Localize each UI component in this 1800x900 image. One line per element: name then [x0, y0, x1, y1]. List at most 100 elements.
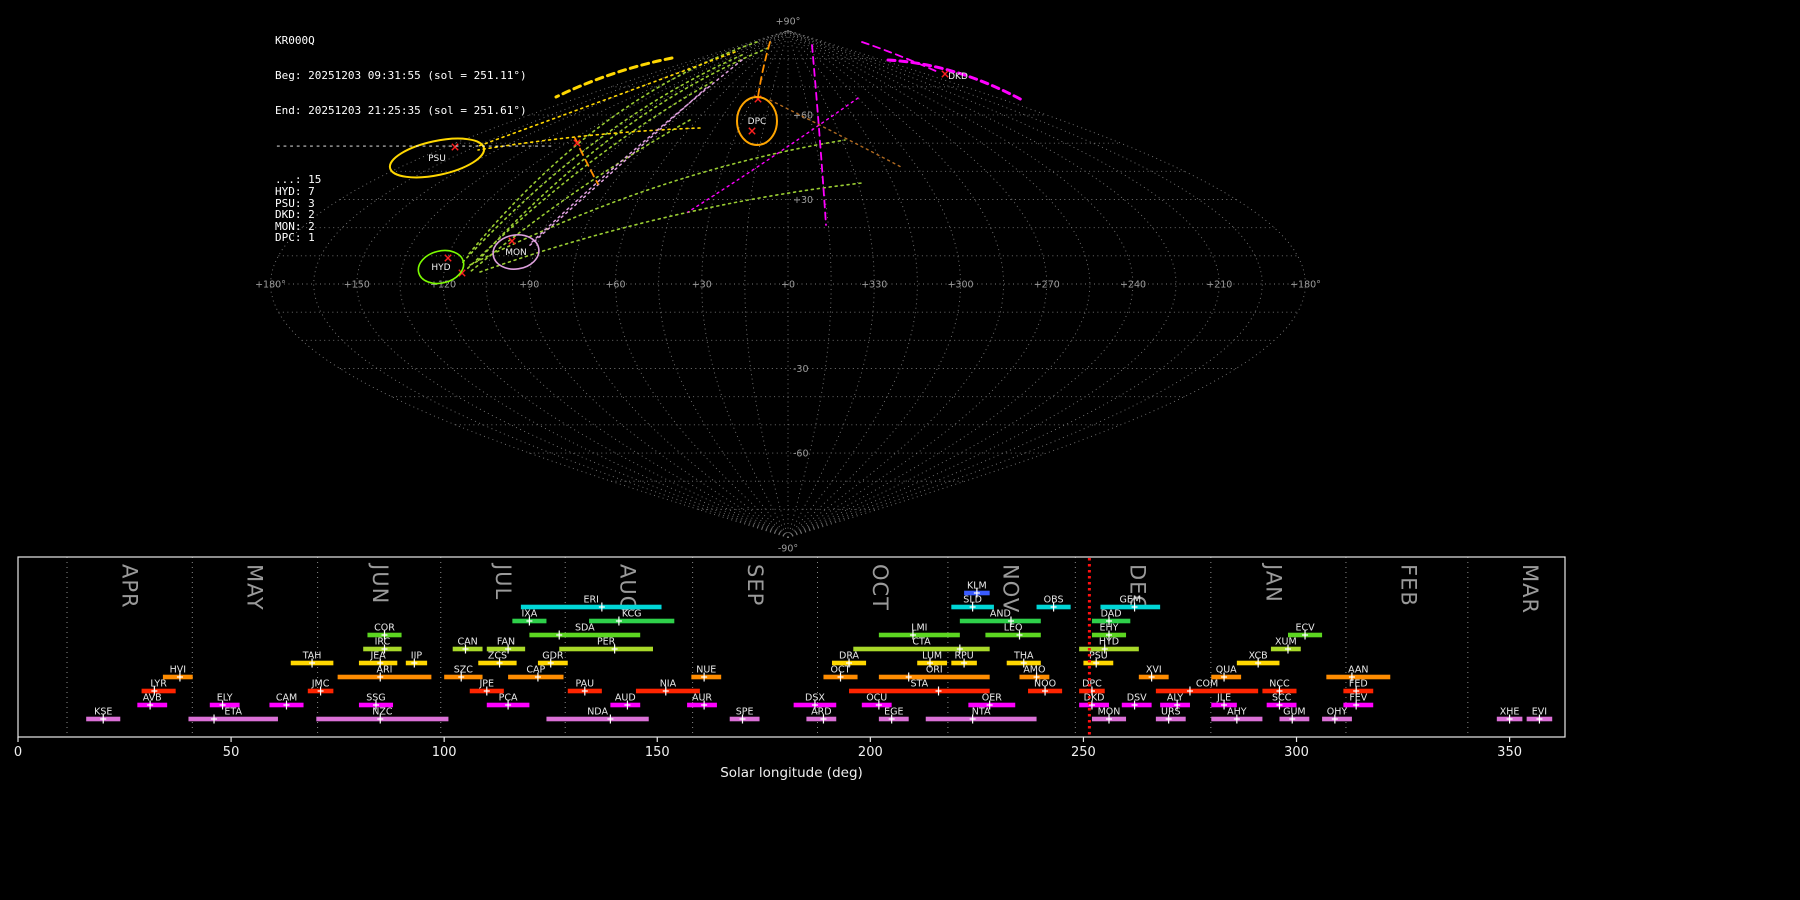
lon-label: +90	[519, 280, 539, 291]
shower-code-label-KSE: KSE	[94, 707, 112, 718]
shower-code-label-STA: STA	[911, 679, 929, 690]
shower-code-label-IIP: IIP	[411, 651, 423, 662]
shower-code-label-FAN: FAN	[497, 637, 515, 648]
shower-code-label-ALY: ALY	[1167, 693, 1184, 704]
shower-code-label-CAP: CAP	[526, 665, 545, 676]
shower-code-label-GDR: GDR	[542, 651, 564, 662]
shower-code-label-XHE: XHE	[1500, 707, 1520, 718]
x-tick-label: 350	[1497, 745, 1522, 760]
shower-code-label-NIA: NIA	[660, 679, 677, 690]
shower-code-label-NCC: NCC	[1269, 679, 1290, 690]
shower-code-label-DSX: DSX	[805, 693, 825, 704]
shower-code-label-ECV: ECV	[1295, 623, 1315, 634]
lon-label: +60	[605, 280, 625, 291]
shower-code-label-AUR: AUR	[692, 693, 712, 704]
shower-code-label-ORI: ORI	[926, 665, 943, 676]
shower-count-DKD: DKD: 2	[275, 208, 315, 222]
shower-code-label-THA: THA	[1013, 651, 1034, 662]
peak-marker-ERI	[598, 602, 605, 612]
lon-label: +240	[1120, 280, 1146, 291]
meteor-shower-summary-plot: +180° +150 +120 +90 +60 +30 +0 +330 +300 +270 +240…	[0, 0, 1800, 900]
separator-line: ----------------------------------------…	[275, 138, 554, 152]
lon-label: +210	[1206, 280, 1232, 291]
lat-label: -30	[793, 364, 809, 375]
shower-code-label-OBS: OBS	[1044, 595, 1064, 606]
lon-label: +270	[1034, 280, 1060, 291]
meteor-trail	[757, 41, 771, 98]
shower-code-label-GEM: GEM	[1120, 595, 1142, 606]
shower-code-label-OCT: OCT	[831, 665, 851, 676]
shower-code-label-TAH: TAH	[302, 651, 322, 662]
shower-code-label-KLM: KLM	[967, 581, 987, 592]
shower-code-label-CAN: CAN	[457, 637, 477, 648]
month-label-OCT: OCT	[868, 564, 892, 611]
station-code: KR000Q	[275, 34, 315, 48]
lon-label: +330	[861, 280, 887, 291]
shower-code-label-HYD: HYD	[1099, 637, 1119, 648]
shower-count-list: ...: 15 HYD: 7 PSU: 3 DKD: 2 MON: 2 DPC: 1	[275, 174, 553, 244]
shower-code-label-ERI: ERI	[583, 595, 598, 606]
meteor-trail	[769, 99, 904, 169]
x-tick-label: 300	[1284, 745, 1309, 760]
shower-code-label-JLE: JLE	[1216, 693, 1231, 704]
x-tick-label: 200	[858, 745, 883, 760]
shower-code-label-PCA: PCA	[499, 693, 518, 704]
month-label-JUN: JUN	[368, 562, 392, 604]
shower-code-label-FED: FED	[1349, 679, 1368, 690]
shower-code-label-ELY: ELY	[217, 693, 233, 704]
lon-label: +300	[947, 280, 973, 291]
shower-code-label-SDA: SDA	[575, 623, 595, 634]
shower-code-label-CTA: CTA	[912, 637, 931, 648]
peak-marker-ETA	[211, 714, 218, 724]
peak-marker-STA	[935, 686, 942, 696]
shower-code-label-AMO: AMO	[1023, 665, 1045, 676]
month-label-JAN: JAN	[1261, 562, 1285, 603]
shower-code-label-RPU: RPU	[954, 651, 973, 662]
shower-code-label-AVB: AVB	[143, 693, 162, 704]
lon-label: +180°	[1290, 280, 1321, 291]
shower-code-label-CAM: CAM	[276, 693, 297, 704]
shower-code-label-DPC: DPC	[1082, 679, 1102, 690]
x-tick-label: 150	[645, 745, 670, 760]
shower-code-label-NDA: NDA	[587, 707, 608, 718]
shower-count-PSU: PSU: 3	[275, 196, 315, 210]
shower-code-label-PAU: PAU	[576, 679, 595, 690]
shower-code-label-DKD: DKD	[1084, 693, 1105, 704]
radiant-label-DPC: DPC	[748, 117, 767, 127]
shower-code-label-ZCS: ZCS	[488, 651, 507, 662]
shower-code-label-OER: OER	[982, 693, 1002, 704]
shower-code-label-JMC: JMC	[311, 679, 330, 690]
shower-code-label-SLD: SLD	[963, 595, 982, 606]
x-tick-label: 0	[14, 745, 22, 760]
lat-label: +30	[793, 195, 813, 206]
month-label-FEB: FEB	[1396, 564, 1420, 607]
radiant-label-DKD: DKD	[948, 72, 968, 82]
shower-code-label-AUD: AUD	[615, 693, 636, 704]
lon-label: +180°	[255, 280, 286, 291]
shower-code-label-AND: AND	[990, 609, 1011, 620]
shower-code-label-NOO: NOO	[1034, 679, 1056, 690]
month-label-JUL: JUL	[491, 562, 515, 600]
shower-count-HYD: HYD: 7	[275, 184, 315, 198]
grid-meridian	[787, 30, 1263, 538]
radiant-x-marker	[748, 127, 756, 135]
shower-code-label-IRC: IRC	[375, 637, 391, 648]
month-label-SEP: SEP	[743, 564, 767, 606]
grid-meridian	[787, 30, 1048, 538]
shower-code-label-ARI: ARI	[377, 665, 393, 676]
shower-code-label-PER: PER	[597, 637, 616, 648]
shower-code-label-SSG: SSG	[366, 693, 385, 704]
end-time-line: End: 20251203 21:25:35 (sol = 251.61°)	[275, 103, 527, 117]
month-label-MAR: MAR	[1518, 564, 1542, 614]
pole-label-top: +90°	[776, 16, 801, 27]
x-tick-label: 100	[432, 745, 457, 760]
shower-code-label-MON: MON	[1098, 707, 1121, 718]
shower-code-label-ARD: ARD	[811, 707, 831, 718]
shower-code-label-SPE: SPE	[736, 707, 754, 718]
lon-label: +120	[430, 280, 456, 291]
shower-code-label-PSU: PSU	[1089, 651, 1108, 662]
shower-code-label-ETA: ETA	[224, 707, 242, 718]
shower-count-MON: MON: 2	[275, 219, 315, 233]
shower-code-label-GUM: GUM	[1283, 707, 1306, 718]
lon-label: +150	[344, 280, 370, 291]
